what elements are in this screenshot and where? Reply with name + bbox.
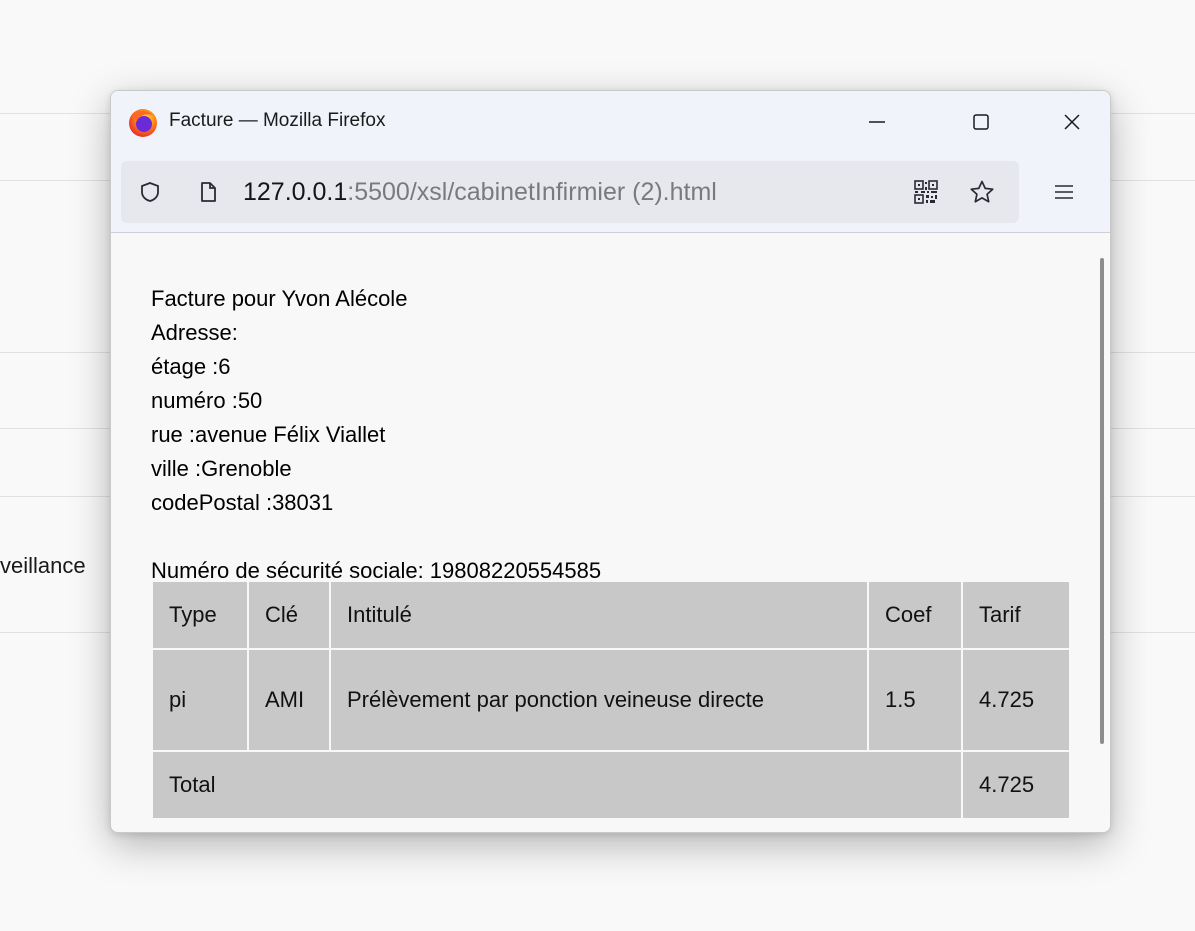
column-header: Clé [249, 582, 329, 648]
table-cell: 4.725 [963, 650, 1069, 750]
column-header: Intitulé [331, 582, 867, 648]
table-cell: 1.5 [869, 650, 961, 750]
url-bar[interactable]: 127.0.0.1:5500/xsl/cabinetInfirmier (2).… [121, 161, 1019, 223]
table-header-row: Type Clé Intitulé Coef Tarif [153, 582, 1069, 648]
table-cell: AMI [249, 650, 329, 750]
invoice-header: Facture pour Yvon Alécole Adresse: étage… [151, 282, 601, 588]
minimize-icon [869, 121, 885, 123]
window-title: Facture — Mozilla Firefox [169, 110, 386, 131]
address-line: ville :Grenoble [151, 456, 292, 481]
address-line: rue :avenue Félix Viallet [151, 422, 386, 447]
address-line: codePostal :38031 [151, 490, 334, 515]
page-icon[interactable] [193, 177, 223, 207]
close-button[interactable] [1052, 105, 1092, 139]
total-value: 4.725 [963, 752, 1069, 818]
firefox-icon [127, 107, 159, 139]
table-row: pi AMI Prélèvement par ponction veineuse… [153, 650, 1069, 750]
total-label: Total [153, 752, 961, 818]
column-header: Coef [869, 582, 961, 648]
shield-icon[interactable] [135, 177, 165, 207]
column-header: Tarif [963, 582, 1069, 648]
table-cell: Prélèvement par ponction veineuse direct… [331, 650, 867, 750]
hamburger-menu-icon[interactable] [1049, 177, 1079, 207]
nav-bar: 127.0.0.1:5500/xsl/cabinetInfirmier (2).… [111, 153, 1110, 233]
url-path: :5500/xsl/cabinetInfirmier (2).html [347, 178, 717, 206]
star-icon[interactable] [967, 177, 997, 207]
address-line: numéro :50 [151, 388, 263, 413]
background-partial-text: veillance [0, 553, 86, 578]
invoice-table: Type Clé Intitulé Coef Tarif pi AMI Prél… [151, 580, 1071, 820]
close-icon [1064, 114, 1080, 130]
vertical-scrollbar[interactable] [1100, 258, 1104, 744]
url-text[interactable]: 127.0.0.1:5500/xsl/cabinetInfirmier (2).… [243, 178, 717, 207]
invoice-heading: Facture pour Yvon Alécole [151, 286, 408, 311]
maximize-button[interactable] [961, 105, 1001, 139]
qr-code-icon[interactable] [911, 177, 941, 207]
table-cell: pi [153, 650, 247, 750]
minimize-button[interactable] [857, 105, 897, 139]
page-content: Facture pour Yvon Alécole Adresse: étage… [111, 234, 1110, 832]
table-total-row: Total 4.725 [153, 752, 1069, 818]
address-label: Adresse: [151, 320, 238, 345]
column-header: Type [153, 582, 247, 648]
url-host: 127.0.0.1 [243, 178, 348, 206]
address-line: étage :6 [151, 354, 231, 379]
title-bar[interactable]: Facture — Mozilla Firefox [111, 91, 1110, 153]
maximize-icon [973, 114, 989, 130]
firefox-window: Facture — Mozilla Firefox 127.0.0.1:5500… [110, 90, 1111, 833]
